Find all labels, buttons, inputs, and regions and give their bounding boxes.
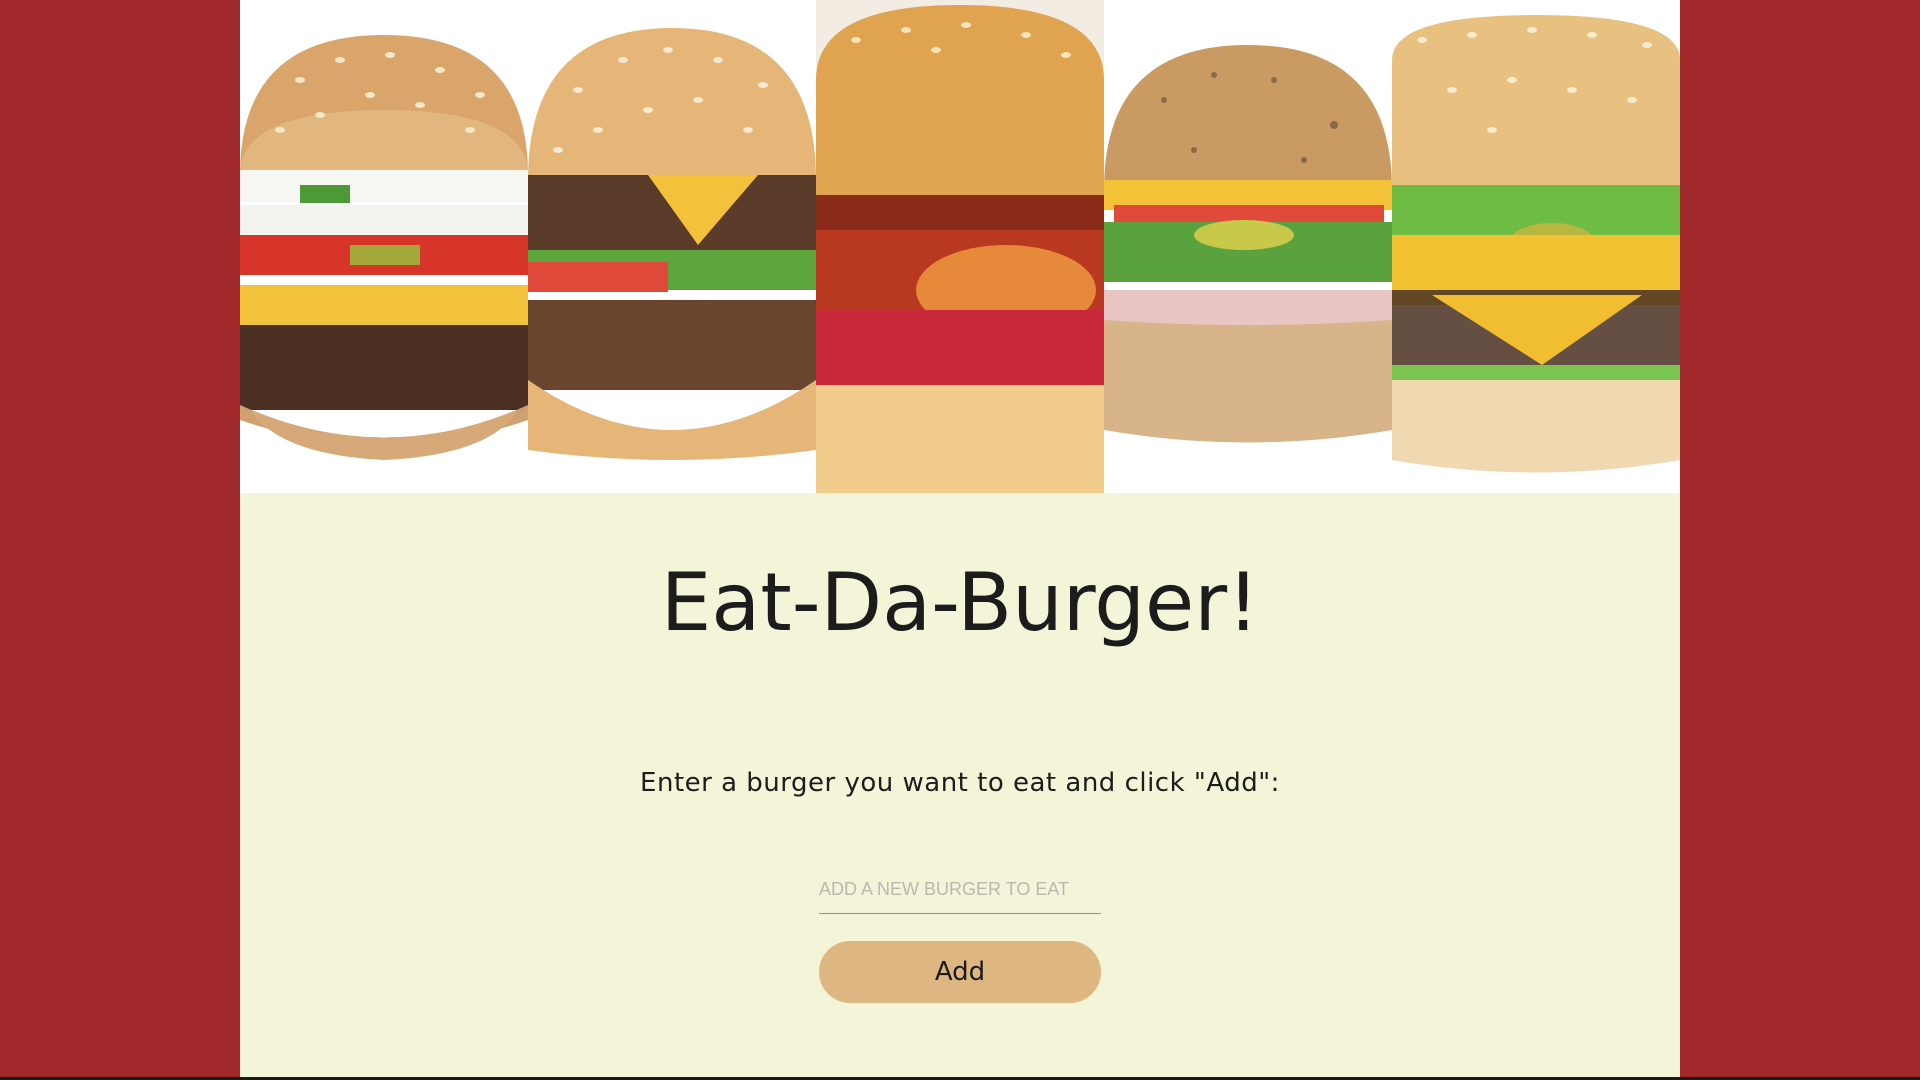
cheeseburger-icon (528, 0, 816, 493)
page-title: Eat-Da-Burger! (660, 556, 1260, 649)
add-button[interactable]: Add (819, 941, 1101, 1003)
burger-photo-4 (1104, 0, 1392, 493)
burger-photo-2 (528, 0, 816, 493)
burger-photo-3 (816, 0, 1104, 493)
lettuce-cheeseburger-icon (1392, 0, 1680, 493)
ham-burger-icon (1104, 0, 1392, 493)
burger-photo-1 (240, 0, 528, 493)
sesame-burger-icon (240, 0, 528, 493)
page-container: Eat-Da-Burger! Enter a burger you want t… (240, 0, 1680, 1080)
burger-name-input[interactable] (819, 866, 1101, 914)
burger-photo-5 (1392, 0, 1680, 493)
burger-banner (240, 0, 1680, 493)
instructions-text: Enter a burger you want to eat and click… (640, 768, 1280, 798)
bacon-burger-icon (816, 0, 1104, 493)
